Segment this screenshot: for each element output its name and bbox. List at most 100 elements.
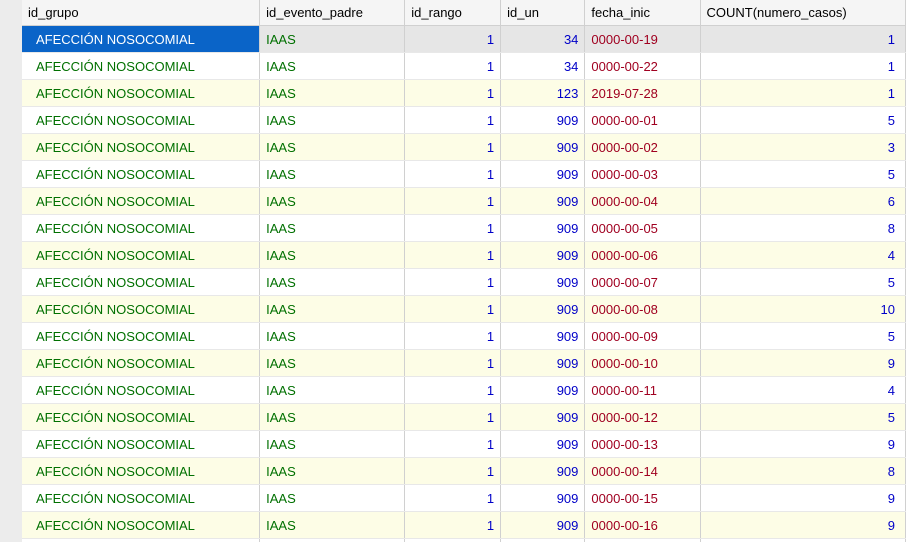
cell-id-evento-padre[interactable]: IAAS xyxy=(260,431,405,458)
cell-fecha-inic[interactable]: 0000-00-15 xyxy=(585,485,700,512)
cell-fecha-inic[interactable]: 0000-00-14 xyxy=(585,458,700,485)
cell-fecha-inic[interactable]: 0000-00-17 xyxy=(585,539,700,542)
cell-fecha-inic[interactable]: 2019-07-28 xyxy=(585,80,700,107)
cell-id-grupo[interactable]: AFECCIÓN NOSOCOMIAL xyxy=(22,80,260,107)
cell-id-un[interactable]: 909 xyxy=(501,350,585,377)
col-header-id-grupo[interactable]: id_grupo xyxy=(22,0,260,26)
cell-id-grupo[interactable]: AFECCIÓN NOSOCOMIAL xyxy=(22,215,260,242)
table-row[interactable]: AFECCIÓN NOSOCOMIALIAAS19090000-00-109 xyxy=(22,350,906,377)
cell-id-rango[interactable]: 1 xyxy=(405,431,501,458)
cell-id-evento-padre[interactable]: IAAS xyxy=(260,458,405,485)
cell-count[interactable]: 5 xyxy=(700,404,905,431)
cell-id-rango[interactable]: 1 xyxy=(405,53,501,80)
cell-id-evento-padre[interactable]: IAAS xyxy=(260,80,405,107)
cell-id-rango[interactable]: 1 xyxy=(405,188,501,215)
cell-id-grupo[interactable]: AFECCIÓN NOSOCOMIAL xyxy=(22,377,260,404)
cell-id-evento-padre[interactable]: IAAS xyxy=(260,485,405,512)
cell-id-un[interactable]: 909 xyxy=(501,107,585,134)
cell-id-grupo[interactable]: AFECCIÓN NOSOCOMIAL xyxy=(22,242,260,269)
cell-id-un[interactable]: 909 xyxy=(501,404,585,431)
cell-id-grupo[interactable]: AFECCIÓN NOSOCOMIAL xyxy=(22,539,260,542)
cell-id-rango[interactable]: 1 xyxy=(405,215,501,242)
cell-id-grupo[interactable]: AFECCIÓN NOSOCOMIAL xyxy=(22,53,260,80)
cell-fecha-inic[interactable]: 0000-00-11 xyxy=(585,377,700,404)
cell-id-rango[interactable]: 1 xyxy=(405,161,501,188)
cell-fecha-inic[interactable]: 0000-00-10 xyxy=(585,350,700,377)
cell-id-un[interactable]: 123 xyxy=(501,80,585,107)
cell-id-evento-padre[interactable]: IAAS xyxy=(260,269,405,296)
table-row[interactable]: AFECCIÓN NOSOCOMIALIAAS19090000-00-159 xyxy=(22,485,906,512)
table-row[interactable]: AFECCIÓN NOSOCOMIALIAAS19090000-00-169 xyxy=(22,512,906,539)
cell-fecha-inic[interactable]: 0000-00-02 xyxy=(585,134,700,161)
cell-id-rango[interactable]: 1 xyxy=(405,512,501,539)
table-row[interactable]: AFECCIÓN NOSOCOMIALIAAS19090000-00-095 xyxy=(22,323,906,350)
cell-id-un[interactable]: 909 xyxy=(501,431,585,458)
results-grid[interactable]: id_grupo id_evento_padre id_rango id_un … xyxy=(22,0,906,542)
cell-id-un[interactable]: 909 xyxy=(501,269,585,296)
cell-id-rango[interactable]: 1 xyxy=(405,485,501,512)
cell-fecha-inic[interactable]: 0000-00-13 xyxy=(585,431,700,458)
cell-id-evento-padre[interactable]: IAAS xyxy=(260,134,405,161)
table-row[interactable]: AFECCIÓN NOSOCOMIALIAAS19090000-00-023 xyxy=(22,134,906,161)
cell-count[interactable]: 9 xyxy=(700,485,905,512)
cell-fecha-inic[interactable]: 0000-00-05 xyxy=(585,215,700,242)
table-row[interactable]: AFECCIÓN NOSOCOMIALIAAS19090000-00-058 xyxy=(22,215,906,242)
cell-id-un[interactable]: 909 xyxy=(501,512,585,539)
col-header-count[interactable]: COUNT(numero_casos) xyxy=(700,0,905,26)
table-row[interactable]: AFECCIÓN NOSOCOMIALIAAS1340000-00-221 xyxy=(22,53,906,80)
cell-id-un[interactable]: 34 xyxy=(501,26,585,53)
table-row[interactable]: AFECCIÓN NOSOCOMIALIAAS19090000-00-015 xyxy=(22,107,906,134)
cell-count[interactable]: 8 xyxy=(700,458,905,485)
col-header-id-evento-padre[interactable]: id_evento_padre xyxy=(260,0,405,26)
cell-id-evento-padre[interactable]: IAAS xyxy=(260,512,405,539)
cell-count[interactable]: 6 xyxy=(700,188,905,215)
table-row[interactable]: AFECCIÓN NOSOCOMIALIAAS19090000-00-035 xyxy=(22,161,906,188)
cell-id-grupo[interactable]: AFECCIÓN NOSOCOMIAL xyxy=(22,350,260,377)
col-header-id-un[interactable]: id_un xyxy=(501,0,585,26)
cell-id-evento-padre[interactable]: IAAS xyxy=(260,539,405,542)
cell-id-grupo[interactable]: AFECCIÓN NOSOCOMIAL xyxy=(22,485,260,512)
cell-id-evento-padre[interactable]: IAAS xyxy=(260,296,405,323)
cell-id-evento-padre[interactable]: IAAS xyxy=(260,323,405,350)
cell-fecha-inic[interactable]: 0000-00-07 xyxy=(585,269,700,296)
cell-id-evento-padre[interactable]: IAAS xyxy=(260,188,405,215)
cell-id-evento-padre[interactable]: IAAS xyxy=(260,26,405,53)
cell-count[interactable]: 5 xyxy=(700,107,905,134)
cell-id-evento-padre[interactable]: IAAS xyxy=(260,242,405,269)
cell-id-rango[interactable]: 1 xyxy=(405,323,501,350)
cell-id-evento-padre[interactable]: IAAS xyxy=(260,215,405,242)
cell-fecha-inic[interactable]: 0000-00-04 xyxy=(585,188,700,215)
table-row[interactable]: AFECCIÓN NOSOCOMIALIAAS19090000-00-046 xyxy=(22,188,906,215)
cell-fecha-inic[interactable]: 0000-00-01 xyxy=(585,107,700,134)
cell-id-un[interactable]: 909 xyxy=(501,485,585,512)
cell-fecha-inic[interactable]: 0000-00-12 xyxy=(585,404,700,431)
table-row[interactable]: AFECCIÓN NOSOCOMIALIAAS19090000-00-175 xyxy=(22,539,906,542)
cell-id-grupo[interactable]: AFECCIÓN NOSOCOMIAL xyxy=(22,188,260,215)
table-row[interactable]: AFECCIÓN NOSOCOMIALIAAS19090000-00-064 xyxy=(22,242,906,269)
cell-id-grupo[interactable]: AFECCIÓN NOSOCOMIAL xyxy=(22,107,260,134)
cell-id-grupo[interactable]: AFECCIÓN NOSOCOMIAL xyxy=(22,458,260,485)
cell-id-grupo[interactable]: AFECCIÓN NOSOCOMIAL xyxy=(22,269,260,296)
cell-count[interactable]: 4 xyxy=(700,242,905,269)
cell-id-un[interactable]: 909 xyxy=(501,134,585,161)
cell-id-grupo[interactable]: AFECCIÓN NOSOCOMIAL xyxy=(22,323,260,350)
cell-id-un[interactable]: 909 xyxy=(501,161,585,188)
cell-id-grupo[interactable]: AFECCIÓN NOSOCOMIAL xyxy=(22,404,260,431)
cell-id-evento-padre[interactable]: IAAS xyxy=(260,107,405,134)
cell-fecha-inic[interactable]: 0000-00-19 xyxy=(585,26,700,53)
cell-id-un[interactable]: 909 xyxy=(501,323,585,350)
col-header-fecha-inic[interactable]: fecha_inic xyxy=(585,0,700,26)
cell-id-rango[interactable]: 1 xyxy=(405,26,501,53)
cell-id-rango[interactable]: 1 xyxy=(405,404,501,431)
cell-count[interactable]: 1 xyxy=(700,26,905,53)
cell-id-evento-padre[interactable]: IAAS xyxy=(260,377,405,404)
cell-count[interactable]: 5 xyxy=(700,161,905,188)
cell-count[interactable]: 3 xyxy=(700,134,905,161)
cell-count[interactable]: 5 xyxy=(700,539,905,542)
table-row[interactable]: AFECCIÓN NOSOCOMIALIAAS19090000-00-148 xyxy=(22,458,906,485)
cell-id-evento-padre[interactable]: IAAS xyxy=(260,161,405,188)
cell-id-evento-padre[interactable]: IAAS xyxy=(260,53,405,80)
table-row[interactable]: AFECCIÓN NOSOCOMIALIAAS19090000-00-075 xyxy=(22,269,906,296)
cell-id-un[interactable]: 909 xyxy=(501,215,585,242)
cell-count[interactable]: 1 xyxy=(700,80,905,107)
